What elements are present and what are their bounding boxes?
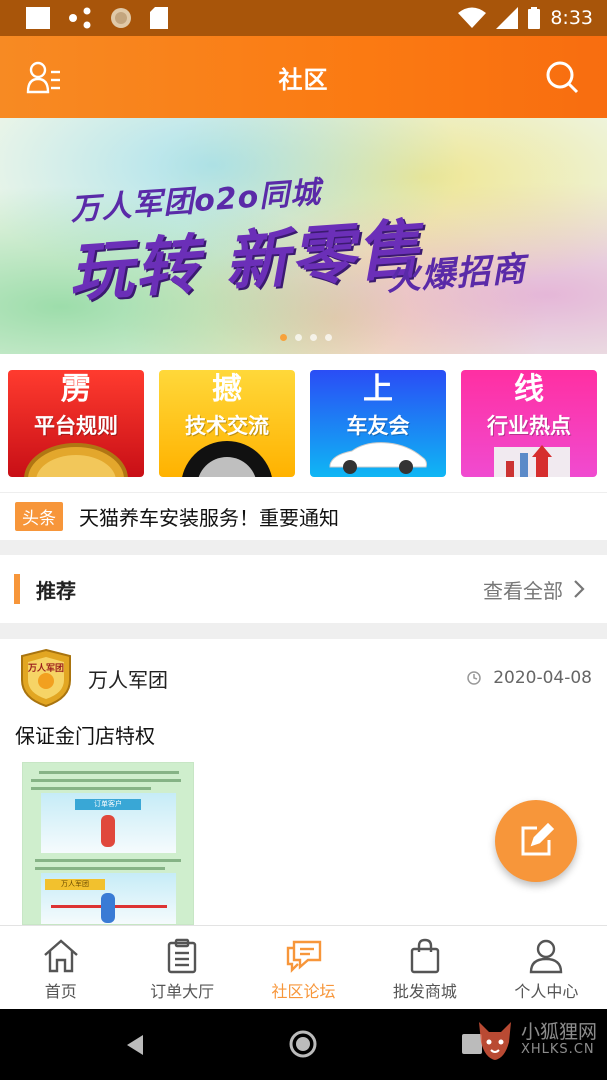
- wifi-icon: [458, 7, 487, 28]
- category-industry-hot[interactable]: 线 行业热点: [461, 370, 597, 477]
- image-text-line: [31, 787, 151, 790]
- user-icon: [530, 939, 563, 974]
- status-bar: 8:33: [0, 0, 607, 36]
- headline-text[interactable]: 天猫养车安装服务！重要通知: [79, 502, 339, 531]
- banner-dot[interactable]: [310, 334, 317, 341]
- post-date-text: 2020-04-08: [493, 668, 592, 688]
- battery-icon: [528, 7, 541, 29]
- category-tech-exchange[interactable]: 撼 技术交流: [159, 370, 295, 477]
- nav-orders[interactable]: 订单大厅: [121, 926, 242, 1009]
- nav-label: 订单大厅: [150, 982, 215, 1001]
- nav-home[interactable]: 首页: [0, 926, 121, 1009]
- nav-wholesale[interactable]: 批发商城: [364, 926, 485, 1009]
- image-scene: 订单客户: [41, 793, 176, 853]
- watermark-domain: XHLKS.CN: [520, 1042, 595, 1058]
- image-text-line: [39, 771, 179, 774]
- banner-pagination: [280, 334, 332, 341]
- chevron-right-icon: [574, 580, 585, 598]
- headline-bar[interactable]: 头条 天猫养车安装服务！重要通知: [0, 492, 607, 540]
- watermark: 小狐狸网 XHLKS.CN: [475, 1018, 597, 1062]
- view-all-label: 查看全部: [483, 578, 563, 603]
- clock-icon: [467, 671, 481, 685]
- category-car-club[interactable]: 上 车友会: [310, 370, 446, 477]
- bottom-nav: 首页 订单大厅 社区论坛 批发商城 个人中心: [0, 925, 607, 1009]
- post-title[interactable]: 保证金门店特权: [15, 720, 155, 749]
- section-title: 推荐: [36, 578, 76, 603]
- view-all-link[interactable]: 查看全部: [483, 575, 585, 604]
- nav-community[interactable]: 社区论坛: [243, 926, 364, 1009]
- nav-label: 首页: [44, 982, 77, 1001]
- category-glyph: 线: [514, 372, 544, 407]
- category-glyph: 雳: [61, 372, 91, 407]
- runner-figure: [101, 815, 115, 847]
- category-label: 技术交流: [185, 414, 269, 438]
- car-icon: [329, 442, 427, 474]
- image-text-line: [31, 779, 181, 782]
- fox-logo-icon: [478, 1022, 511, 1060]
- image-text-line: [35, 867, 165, 870]
- app-notification-icon: [111, 8, 131, 28]
- avatar-label: 万人军团: [27, 662, 64, 674]
- edit-icon: [521, 822, 555, 856]
- home-icon: [43, 939, 78, 973]
- section-divider: [0, 623, 607, 639]
- nav-label: 社区论坛: [271, 982, 336, 1001]
- search-icon[interactable]: [545, 60, 579, 94]
- banner-dot[interactable]: [325, 334, 332, 341]
- image-banner: 万人军团: [45, 879, 105, 890]
- nav-profile[interactable]: 个人中心: [486, 926, 607, 1009]
- recommend-header: 推荐 查看全部: [0, 555, 607, 623]
- section-divider: [0, 540, 607, 555]
- section-accent-bar: [14, 574, 20, 604]
- nav-label: 个人中心: [514, 982, 579, 1001]
- category-label: 平台规则: [34, 414, 118, 438]
- nav-label: 批发商城: [392, 982, 457, 1001]
- compose-post-button[interactable]: [495, 800, 577, 882]
- signal-icon: [496, 7, 519, 29]
- user-list-icon[interactable]: [26, 60, 62, 94]
- sd-card-icon: [150, 7, 168, 29]
- banner-tagline: 火爆招商: [385, 249, 528, 299]
- tire-icon: [182, 441, 272, 477]
- status-time: 8:33: [550, 7, 593, 29]
- post-date: 2020-04-08: [467, 668, 592, 688]
- chat-icon: [286, 940, 321, 973]
- post-image[interactable]: 订单客户 万人军团: [22, 762, 194, 925]
- image-text-line: [35, 859, 181, 862]
- image-scene: 万人军团: [41, 873, 176, 924]
- promo-banner[interactable]: 万人军团o2o同城 玩转 新零售 火爆招商: [0, 118, 607, 354]
- category-glyph: 上: [363, 372, 393, 407]
- app-header: 社区: [0, 36, 607, 118]
- watermark-name: 小狐狸网: [520, 1021, 597, 1044]
- category-glyph: 撼: [212, 372, 242, 407]
- shopping-bag-icon: [410, 938, 440, 974]
- clipboard-icon: [167, 938, 197, 974]
- home-button-icon[interactable]: [288, 1029, 318, 1059]
- avatar[interactable]: 万人军团: [18, 648, 74, 708]
- back-icon[interactable]: [125, 1033, 145, 1057]
- post-header[interactable]: 万人军团 万人军团 2020-04-08: [0, 645, 607, 711]
- category-grid: 雳 平台规则 撼 技术交流 上 车友会 线 行业热点: [8, 370, 600, 477]
- image-banner: 订单客户: [75, 799, 141, 810]
- banner-dot[interactable]: [295, 334, 302, 341]
- runner-figure: [101, 893, 115, 923]
- share-icon: [69, 7, 91, 29]
- post-author[interactable]: 万人军团: [88, 664, 168, 693]
- gold-shield-icon: [24, 443, 128, 477]
- rising-chart-icon: [494, 445, 570, 477]
- banner-dot[interactable]: [280, 334, 287, 341]
- category-platform-rules[interactable]: 雳 平台规则: [8, 370, 144, 477]
- notification-square-icon: [26, 7, 50, 29]
- headline-tag: 头条: [15, 502, 63, 531]
- page-title: 社区: [278, 65, 329, 94]
- category-label: 行业热点: [487, 414, 571, 438]
